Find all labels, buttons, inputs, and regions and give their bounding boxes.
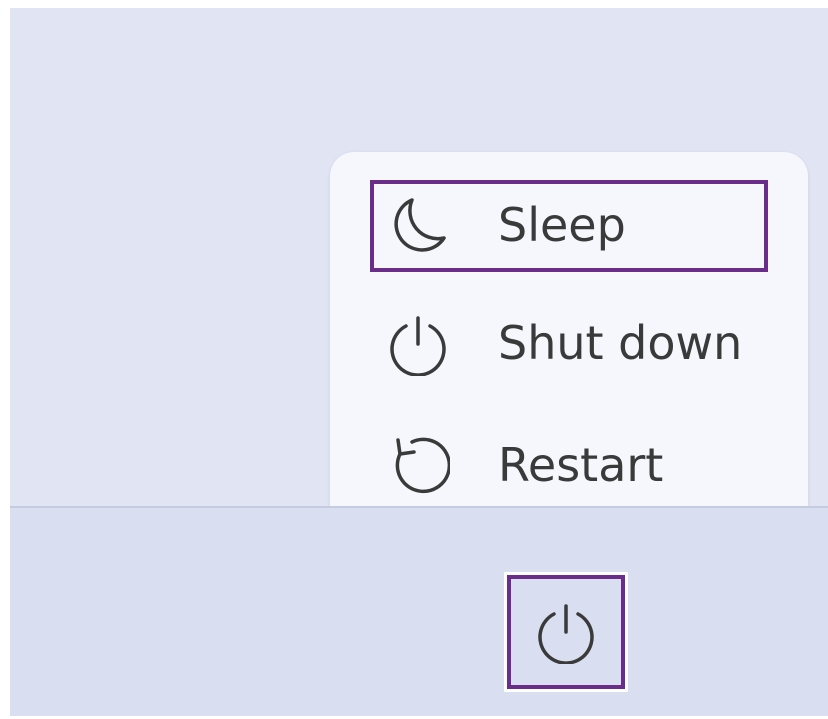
menu-item-shut-down[interactable]: Shut down — [370, 298, 768, 390]
desktop: Sleep Shut down Restart — [10, 8, 828, 716]
moon-icon — [386, 194, 450, 258]
power-icon — [534, 600, 598, 664]
menu-item-sleep-label: Sleep — [498, 198, 626, 252]
power-menu: Sleep Shut down Restart — [330, 152, 808, 530]
menu-item-restart[interactable]: Restart — [370, 420, 768, 512]
menu-item-sleep[interactable]: Sleep — [370, 180, 768, 272]
menu-item-restart-label: Restart — [498, 438, 664, 492]
menu-item-shut-down-label: Shut down — [498, 316, 743, 370]
power-button[interactable] — [504, 572, 628, 692]
restart-icon — [386, 434, 450, 498]
power-icon — [386, 312, 450, 376]
taskbar — [10, 506, 828, 716]
